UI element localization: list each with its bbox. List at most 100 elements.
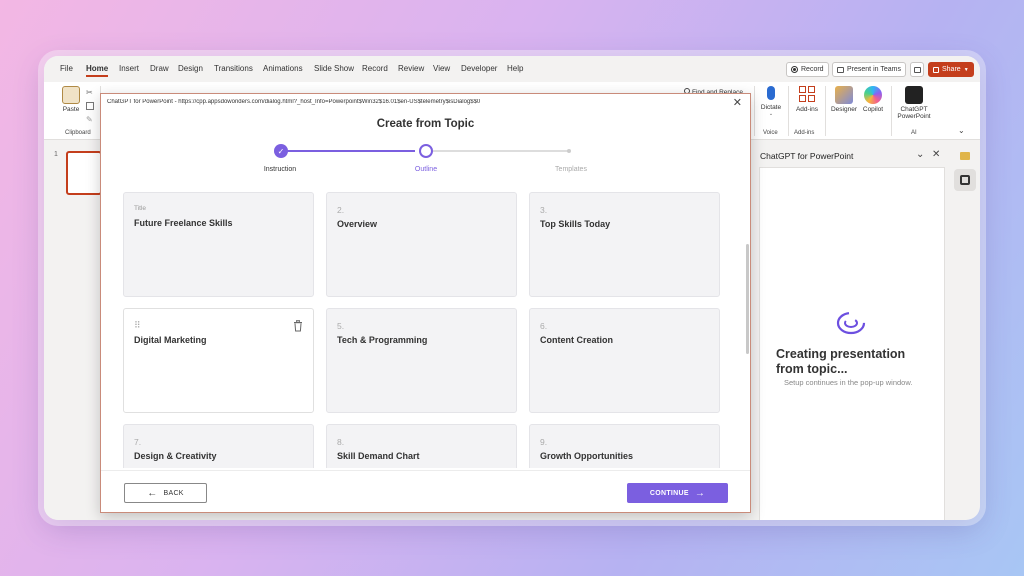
tab-insert[interactable]: Insert — [119, 64, 139, 73]
designer-button[interactable]: Designer — [829, 86, 859, 113]
tab-transitions[interactable]: Transitions — [214, 64, 253, 73]
present-label: Present in Teams — [847, 66, 901, 73]
tab-review[interactable]: Review — [398, 64, 424, 73]
step-pending-dot — [567, 149, 571, 153]
slide-thumbnail[interactable] — [66, 151, 102, 195]
back-label: BACK — [163, 489, 184, 497]
comment-icon — [913, 66, 921, 73]
tab-draw[interactable]: Draw — [150, 64, 169, 73]
chatgpt-label: ChatGPT — [900, 106, 928, 113]
step-line-pending — [433, 150, 569, 152]
ribbon-collapse-icon[interactable]: ⌄ — [958, 126, 965, 135]
setup-note: Setup continues in the pop-up window. — [784, 378, 913, 387]
card-title: Overview — [337, 219, 378, 229]
outline-grid: Title Future Freelance Skills 2. Overvie… — [123, 192, 726, 468]
chatgpt-icon — [905, 86, 923, 104]
tab-home[interactable]: Home — [86, 64, 109, 77]
cut-icon[interactable]: ✂ — [86, 88, 93, 97]
slide-number: 1 — [54, 151, 58, 158]
addins-group-label: Add-ins — [794, 130, 815, 136]
outline-card[interactable]: 8. Skill Demand Chart — [326, 424, 517, 468]
tab-help[interactable]: Help — [507, 64, 523, 73]
designer-icon — [835, 86, 853, 104]
designer-label: Designer — [830, 106, 857, 113]
arrow-right-icon: → — [694, 487, 706, 499]
outline-card[interactable]: 6. Content Creation — [529, 308, 720, 413]
format-painter-icon[interactable]: ✎ — [86, 115, 93, 124]
addins-label: Add-ins — [795, 106, 819, 113]
microphone-icon — [767, 86, 775, 100]
task-pane-title: ChatGPT for PowerPoint — [760, 151, 854, 161]
ribbon-separator — [891, 86, 892, 136]
tab-design[interactable]: Design — [178, 64, 203, 73]
tab-slide-show[interactable]: Slide Show — [314, 64, 354, 73]
trash-icon[interactable] — [293, 320, 303, 332]
tab-developer[interactable]: Developer — [461, 64, 497, 73]
card-title: Future Freelance Skills — [134, 218, 233, 228]
card-title: Design & Creativity — [134, 451, 217, 461]
step-label-outline: Outline — [414, 166, 438, 173]
dictate-label: Dictate — [760, 104, 782, 111]
paste-icon — [62, 86, 80, 104]
outline-card[interactable]: 2. Overview — [326, 192, 517, 297]
continue-button[interactable]: CONTINUE → — [627, 483, 728, 503]
card-number: 8. — [337, 437, 345, 447]
chatgpt-rail-icon[interactable] — [954, 169, 976, 191]
outline-card[interactable]: 5. Tech & Programming — [326, 308, 517, 413]
continue-label: CONTINUE — [649, 489, 689, 497]
step-line-complete — [287, 150, 415, 152]
close-icon[interactable]: ✕ — [932, 149, 940, 160]
chevron-down-icon[interactable]: ⌄ — [916, 149, 924, 160]
powerpoint-window: File Home Insert Draw Design Transitions… — [44, 56, 980, 520]
dialog-footer: ← BACK CONTINUE → — [101, 470, 750, 514]
teams-icon — [837, 66, 844, 73]
card-number: 6. — [540, 321, 548, 331]
card-number: 2. — [337, 205, 345, 215]
ribbon-separator — [825, 86, 826, 136]
back-button[interactable]: ← BACK — [124, 483, 207, 503]
copilot-label: Copilot — [862, 106, 884, 113]
create-from-topic-dialog: ChatGPT for PowerPoint - https://cpp.app… — [100, 93, 751, 513]
clipboard-group-label: Clipboard — [65, 130, 91, 136]
share-button[interactable]: Share ▼ — [928, 62, 974, 77]
scrollbar[interactable] — [746, 244, 749, 354]
step-label-instruction: Instruction — [263, 166, 297, 173]
outline-card[interactable]: 7. Design & Creativity — [123, 424, 314, 468]
tab-record[interactable]: Record — [362, 64, 388, 73]
record-label: Record — [801, 66, 824, 73]
chatgpt-powerpoint-button[interactable]: ChatGPT PowerPoint — [894, 86, 934, 120]
tab-file[interactable]: File — [60, 64, 73, 73]
close-icon[interactable]: ✕ — [733, 96, 742, 109]
card-number: 3. — [540, 205, 548, 215]
card-title: Skill Demand Chart — [337, 451, 420, 461]
dictate-button[interactable]: Dictate ⌄ — [756, 86, 786, 117]
menu-bar: File Home Insert Draw Design Transitions… — [44, 56, 980, 82]
share-label: Share — [942, 66, 961, 73]
copy-icon[interactable] — [86, 102, 94, 110]
chatgpt-task-pane: ChatGPT for PowerPoint ⌄ ✕ Creating pres… — [754, 143, 946, 520]
card-title: Digital Marketing — [134, 335, 207, 345]
copilot-button[interactable]: Copilot — [859, 86, 887, 113]
folder-icon[interactable] — [954, 145, 976, 167]
tab-view[interactable]: View — [433, 64, 450, 73]
creating-status: Creating presentation from topic... — [776, 347, 906, 376]
step-current-dot — [419, 144, 433, 158]
drag-handle-icon[interactable]: ⠿ — [134, 320, 141, 331]
card-title: Top Skills Today — [540, 219, 611, 229]
record-icon — [791, 66, 798, 73]
outline-card[interactable]: 9. Growth Opportunities — [529, 424, 720, 468]
dialog-url: ChatGPT for PowerPoint - https://cpp.app… — [107, 99, 481, 105]
paste-button[interactable]: Paste — [60, 86, 82, 113]
tab-animations[interactable]: Animations — [263, 64, 303, 73]
record-button[interactable]: Record — [786, 62, 829, 77]
card-title: Content Creation — [540, 335, 613, 345]
present-in-teams-button[interactable]: Present in Teams — [832, 62, 906, 77]
outline-card-hovered[interactable]: ⠿ Digital Marketing — [123, 308, 314, 413]
outline-card[interactable]: 3. Top Skills Today — [529, 192, 720, 297]
ribbon-separator — [788, 86, 789, 136]
addins-button[interactable]: Add-ins — [792, 86, 822, 113]
outline-card[interactable]: Title Future Freelance Skills — [123, 192, 314, 297]
comments-button[interactable] — [910, 62, 924, 77]
card-number: 7. — [134, 437, 142, 447]
loading-spinner-icon — [836, 311, 866, 335]
